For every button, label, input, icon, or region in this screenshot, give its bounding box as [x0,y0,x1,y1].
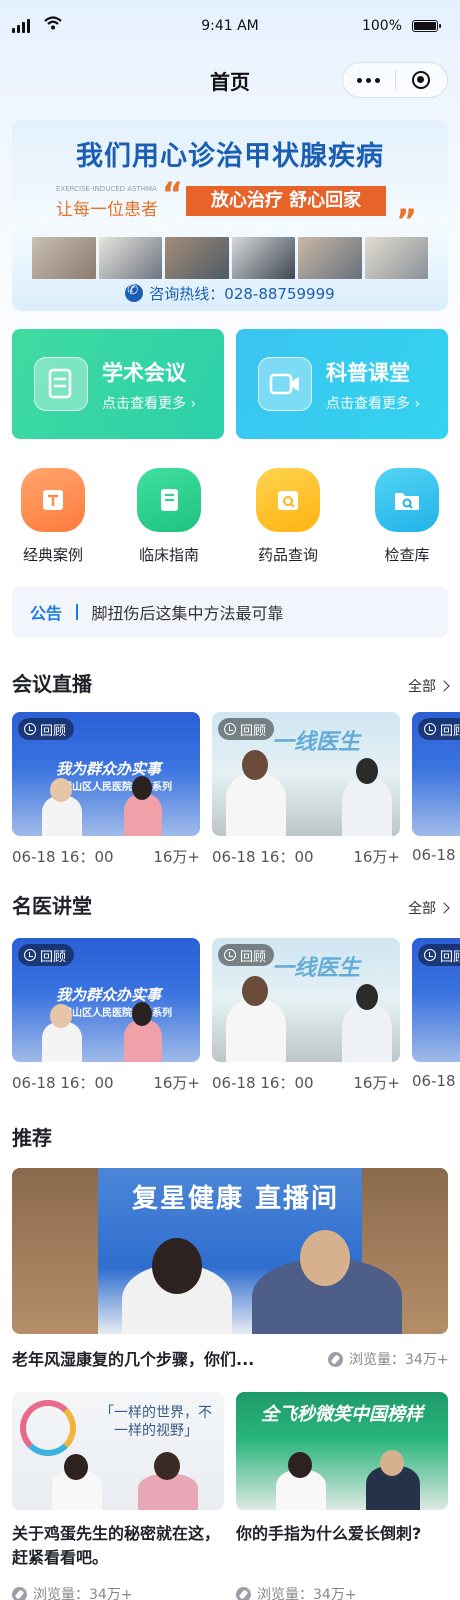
video-views: 16万+ [353,848,400,866]
announcement-tag: 公告 [30,604,63,623]
academic-conference-card[interactable]: 学术会议 点击查看更多 › [12,329,224,439]
recommend-featured-title: 老年风湿康复的几个步骤，你们... [12,1350,255,1369]
banner-slogan: 放心治疗 舒心回家 [186,186,386,216]
section-title-lecture: 名医讲堂 [12,894,92,918]
recommend-card[interactable]: 全飞秒微笑中国榜样 你的手指为什么爱长倒刺? 浏览量：34万+ [236,1392,448,1600]
replay-badge: 回顾 [218,718,275,740]
battery-percent: 100% [361,18,402,34]
history-icon [224,723,236,735]
phone-icon [125,283,144,302]
banner-hotline: 咨询热线：028-88759999 [12,283,448,304]
target-icon [412,71,431,89]
compass-icon [12,1586,27,1600]
battery-icon [412,20,441,32]
scroll-icon [21,468,85,532]
folder-search-icon [375,468,439,532]
book-icon [137,468,201,532]
announcement-text: 脚扭伤后这集中方法最可靠 [91,604,284,623]
video-views: 16万+ [153,848,200,866]
announcement-bar[interactable]: 公告 脚扭伤后这集中方法最可靠 [12,586,448,638]
banner-title: 我们用心诊治甲状腺疾病 [76,141,384,172]
replay-badge: 回顾 [418,718,460,740]
chevron-right-icon [438,680,450,692]
feature-subtitle: 点击查看更多 › [102,396,197,412]
recommend-title: 你的手指为什么爱长倒刺? [236,1524,422,1543]
lecture-see-all-link[interactable]: 全部 [408,898,450,918]
video-date: 06-18 16：00 [212,848,314,866]
replay-badge: 回顾 [18,718,75,740]
history-icon [424,723,436,735]
hero-banner[interactable]: 我们用心诊治甲状腺疾病 EXERCISE-INDUCED ASTHMA 让每一位… [12,120,448,311]
feature-subtitle: 点击查看更多 › [326,396,421,412]
video-date: 06-18 1 [412,1072,460,1090]
more-options-button[interactable] [343,77,395,83]
replay-badge: 回顾 [18,944,75,966]
chevron-right-icon [438,902,450,914]
quote-open: “ [162,175,184,213]
close-miniprogram-button[interactable] [395,71,447,89]
video-date: 06-18 16：00 [12,1074,114,1092]
banner-photo-strip [32,237,428,279]
live-video-card[interactable]: 一线医生 回顾 06-18 16：00 16万+ [212,712,400,867]
video-views: 16万+ [353,1074,400,1092]
video-icon [258,357,312,411]
featured-view-count: 浏览量：34万+ [328,1349,449,1369]
feature-title: 科普课堂 [326,361,410,385]
recommend-featured-card[interactable]: 复星健康 直播间 [12,1168,448,1334]
history-icon [424,949,436,961]
feature-title: 学术会议 [102,361,186,385]
replay-badge: 回顾 [218,944,275,966]
grid-item-clinical-guide[interactable]: 临床指南 [123,468,215,565]
grid-item-classic-cases[interactable]: 经典案例 [7,468,99,565]
lecture-video-card[interactable]: 我为群众办实事 市璧山区人民医院大型系列 回顾 06-18 16：00 16万+ [12,938,200,1093]
view-count: 浏览量：34万+ [236,1584,448,1600]
quote-close: ” [396,202,418,240]
live-video-card[interactable]: 我为群众办实事 市璧山区人民医院大型系列 回顾 06-18 16：00 16万+ [12,712,200,867]
history-icon [224,949,236,961]
science-class-card[interactable]: 科普课堂 点击查看更多 › [236,329,448,439]
history-icon [24,723,36,735]
lecture-video-card[interactable]: 回顾 06-18 1 [412,938,460,1090]
section-title-recommend: 推荐 [12,1126,52,1150]
view-count: 浏览量：34万+ [12,1584,224,1600]
document-icon [34,357,88,411]
video-views: 16万+ [153,1074,200,1092]
history-icon [24,949,36,961]
compass-icon [328,1351,343,1367]
recommend-title: 关于鸡蛋先生的秘密就在这，赶紧看看吧。 [12,1524,221,1567]
banner-subtitle-en: EXERCISE-INDUCED ASTHMA [56,185,157,193]
lecture-video-card[interactable]: 一线医生 回顾 06-18 16：00 16万+ [212,938,400,1093]
replay-badge: 回顾 [418,944,460,966]
banner-left-text: 让每一位患者 [56,200,158,220]
live-see-all-link[interactable]: 全部 [408,676,450,696]
compass-icon [236,1586,251,1600]
live-video-card[interactable]: 回顾 06-18 1 [412,712,460,864]
mini-program-capsule [342,62,448,98]
grid-item-drug-query[interactable]: 药品查询 [242,468,334,565]
section-title-live: 会议直播 [12,672,92,696]
grid-item-exam-library[interactable]: 检查库 [361,468,453,565]
video-date: 06-18 1 [412,846,460,864]
status-bar: 9:41 AM 100% [0,0,460,50]
calendar-search-icon [256,468,320,532]
video-date: 06-18 16：00 [212,1074,314,1092]
video-date: 06-18 16：00 [12,848,114,866]
recommend-card[interactable]: 「一样的世界，不一样的视野」 关于鸡蛋先生的秘密就在这，赶紧看看吧。 浏览量：3… [12,1392,224,1600]
